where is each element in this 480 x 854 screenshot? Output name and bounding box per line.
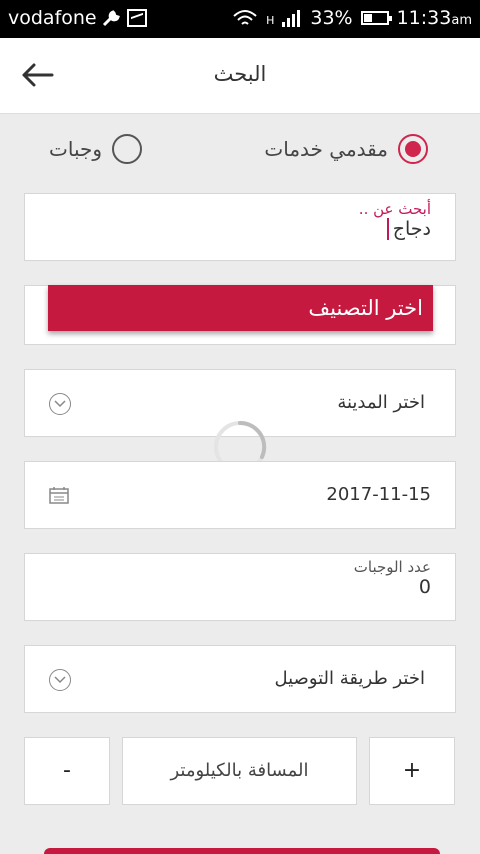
image-icon (126, 9, 147, 27)
wrench-icon (102, 10, 120, 27)
delivery-method-label: اختر طريقة التوصيل (274, 668, 425, 689)
wifi-icon (233, 10, 257, 25)
radio-service-providers[interactable]: مقدمي خدمات (264, 134, 428, 164)
clock: 11:33am (396, 7, 472, 29)
page-title: البحث (213, 62, 267, 86)
carrier-name: vodafone (8, 7, 97, 29)
search-submit-button[interactable] (44, 848, 440, 854)
radio-meals[interactable]: وجبات (49, 134, 142, 164)
distance-minus-button[interactable]: - (24, 737, 110, 805)
status-bar: vodafone H 33% 11:33am (0, 0, 480, 38)
radio-label: وجبات (49, 137, 102, 161)
radio-unchecked-icon (112, 134, 142, 164)
battery-percent: 33% (310, 7, 353, 29)
chevron-down-icon (49, 669, 71, 691)
app-header: البحث (0, 38, 480, 114)
text-cursor (387, 218, 389, 240)
date-value: 2017-11-15 (326, 484, 431, 505)
signal-icon (282, 9, 302, 27)
city-label: اختر المدينة (337, 392, 425, 413)
delivery-method-dropdown[interactable]: اختر طريقة التوصيل (24, 645, 456, 713)
meals-count-input[interactable]: 0 (419, 576, 431, 598)
battery-icon (360, 11, 392, 25)
search-type-selector: مقدمي خدمات وجبات (0, 134, 480, 170)
search-input[interactable]: دجاج (393, 218, 431, 240)
distance-plus-button[interactable]: + (369, 737, 455, 805)
distance-input[interactable]: المسافة بالكيلومتر (122, 737, 357, 805)
search-field[interactable]: أبحث عن .. دجاج (24, 193, 456, 261)
chevron-down-icon (49, 393, 71, 415)
search-label: أبحث عن .. (358, 200, 431, 218)
status-bar-right: H 33% 11:33am (232, 7, 472, 29)
status-bar-left: vodafone (8, 7, 147, 29)
radio-label: مقدمي خدمات (264, 137, 388, 161)
meals-count-field[interactable]: عدد الوجبات 0 (24, 553, 456, 621)
calendar-icon (49, 487, 69, 504)
radio-checked-icon (398, 134, 428, 164)
meals-count-label: عدد الوجبات (353, 558, 431, 576)
date-field[interactable]: 2017-11-15 (24, 461, 456, 529)
network-type: H (266, 13, 275, 27)
category-select-button[interactable]: اختر التصنيف (48, 285, 433, 331)
